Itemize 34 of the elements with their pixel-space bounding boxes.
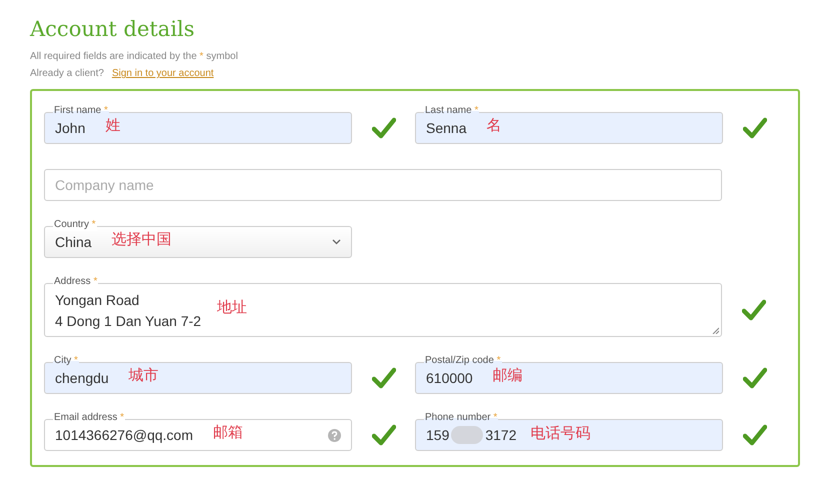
annotation: 邮箱 [212,422,243,443]
field-label: City * [53,355,79,367]
field-value: China [55,232,92,252]
field-value: Yongan Road [55,291,140,310]
address-textarea[interactable]: Yongan Road 4 Dong 1 Dan Yuan 7-2 地址 [44,283,722,337]
input-field[interactable]: 1014366276@qq.com 邮箱 [44,419,352,451]
required-note: All required fields are indicated by the * symbol [30,50,239,64]
input-field[interactable]: Senna 名 [415,112,723,144]
annotation: 城市 [128,364,159,386]
field-value: John [55,118,86,138]
field-value: Senna [426,118,466,138]
field-label: Postal/Zip code * [424,355,502,367]
annotation: 邮编 [492,364,523,386]
field-value: chengdu [55,368,109,388]
chevron-down-icon [332,239,341,245]
field-value: 3172 [485,426,517,444]
field-value: 1014366276@qq.com [55,426,193,445]
help-icon[interactable] [328,428,341,442]
blurred-text-icon [451,426,484,444]
annotation: 地址 [217,297,248,318]
field-value: 610000 [426,368,473,388]
resize-handle-icon[interactable] [712,327,719,334]
annotation: 姓 [105,114,120,136]
annotation: 选择中国 [112,228,172,250]
page-title: Account details [30,16,196,43]
field-placeholder: Company name [55,176,154,195]
signin-prompt: Already a client? [30,67,104,81]
annotation: 电话号码 [530,422,591,444]
input-field[interactable]: John 姓 [44,112,352,144]
input-field[interactable]: 159 3172 电话号码 [415,419,723,451]
field-value: 159 [426,426,450,444]
field-value: 4 Dong 1 Dan Yuan 7-2 [55,312,202,331]
annotation: 名 [486,114,502,136]
field-label: Country * [53,219,97,231]
